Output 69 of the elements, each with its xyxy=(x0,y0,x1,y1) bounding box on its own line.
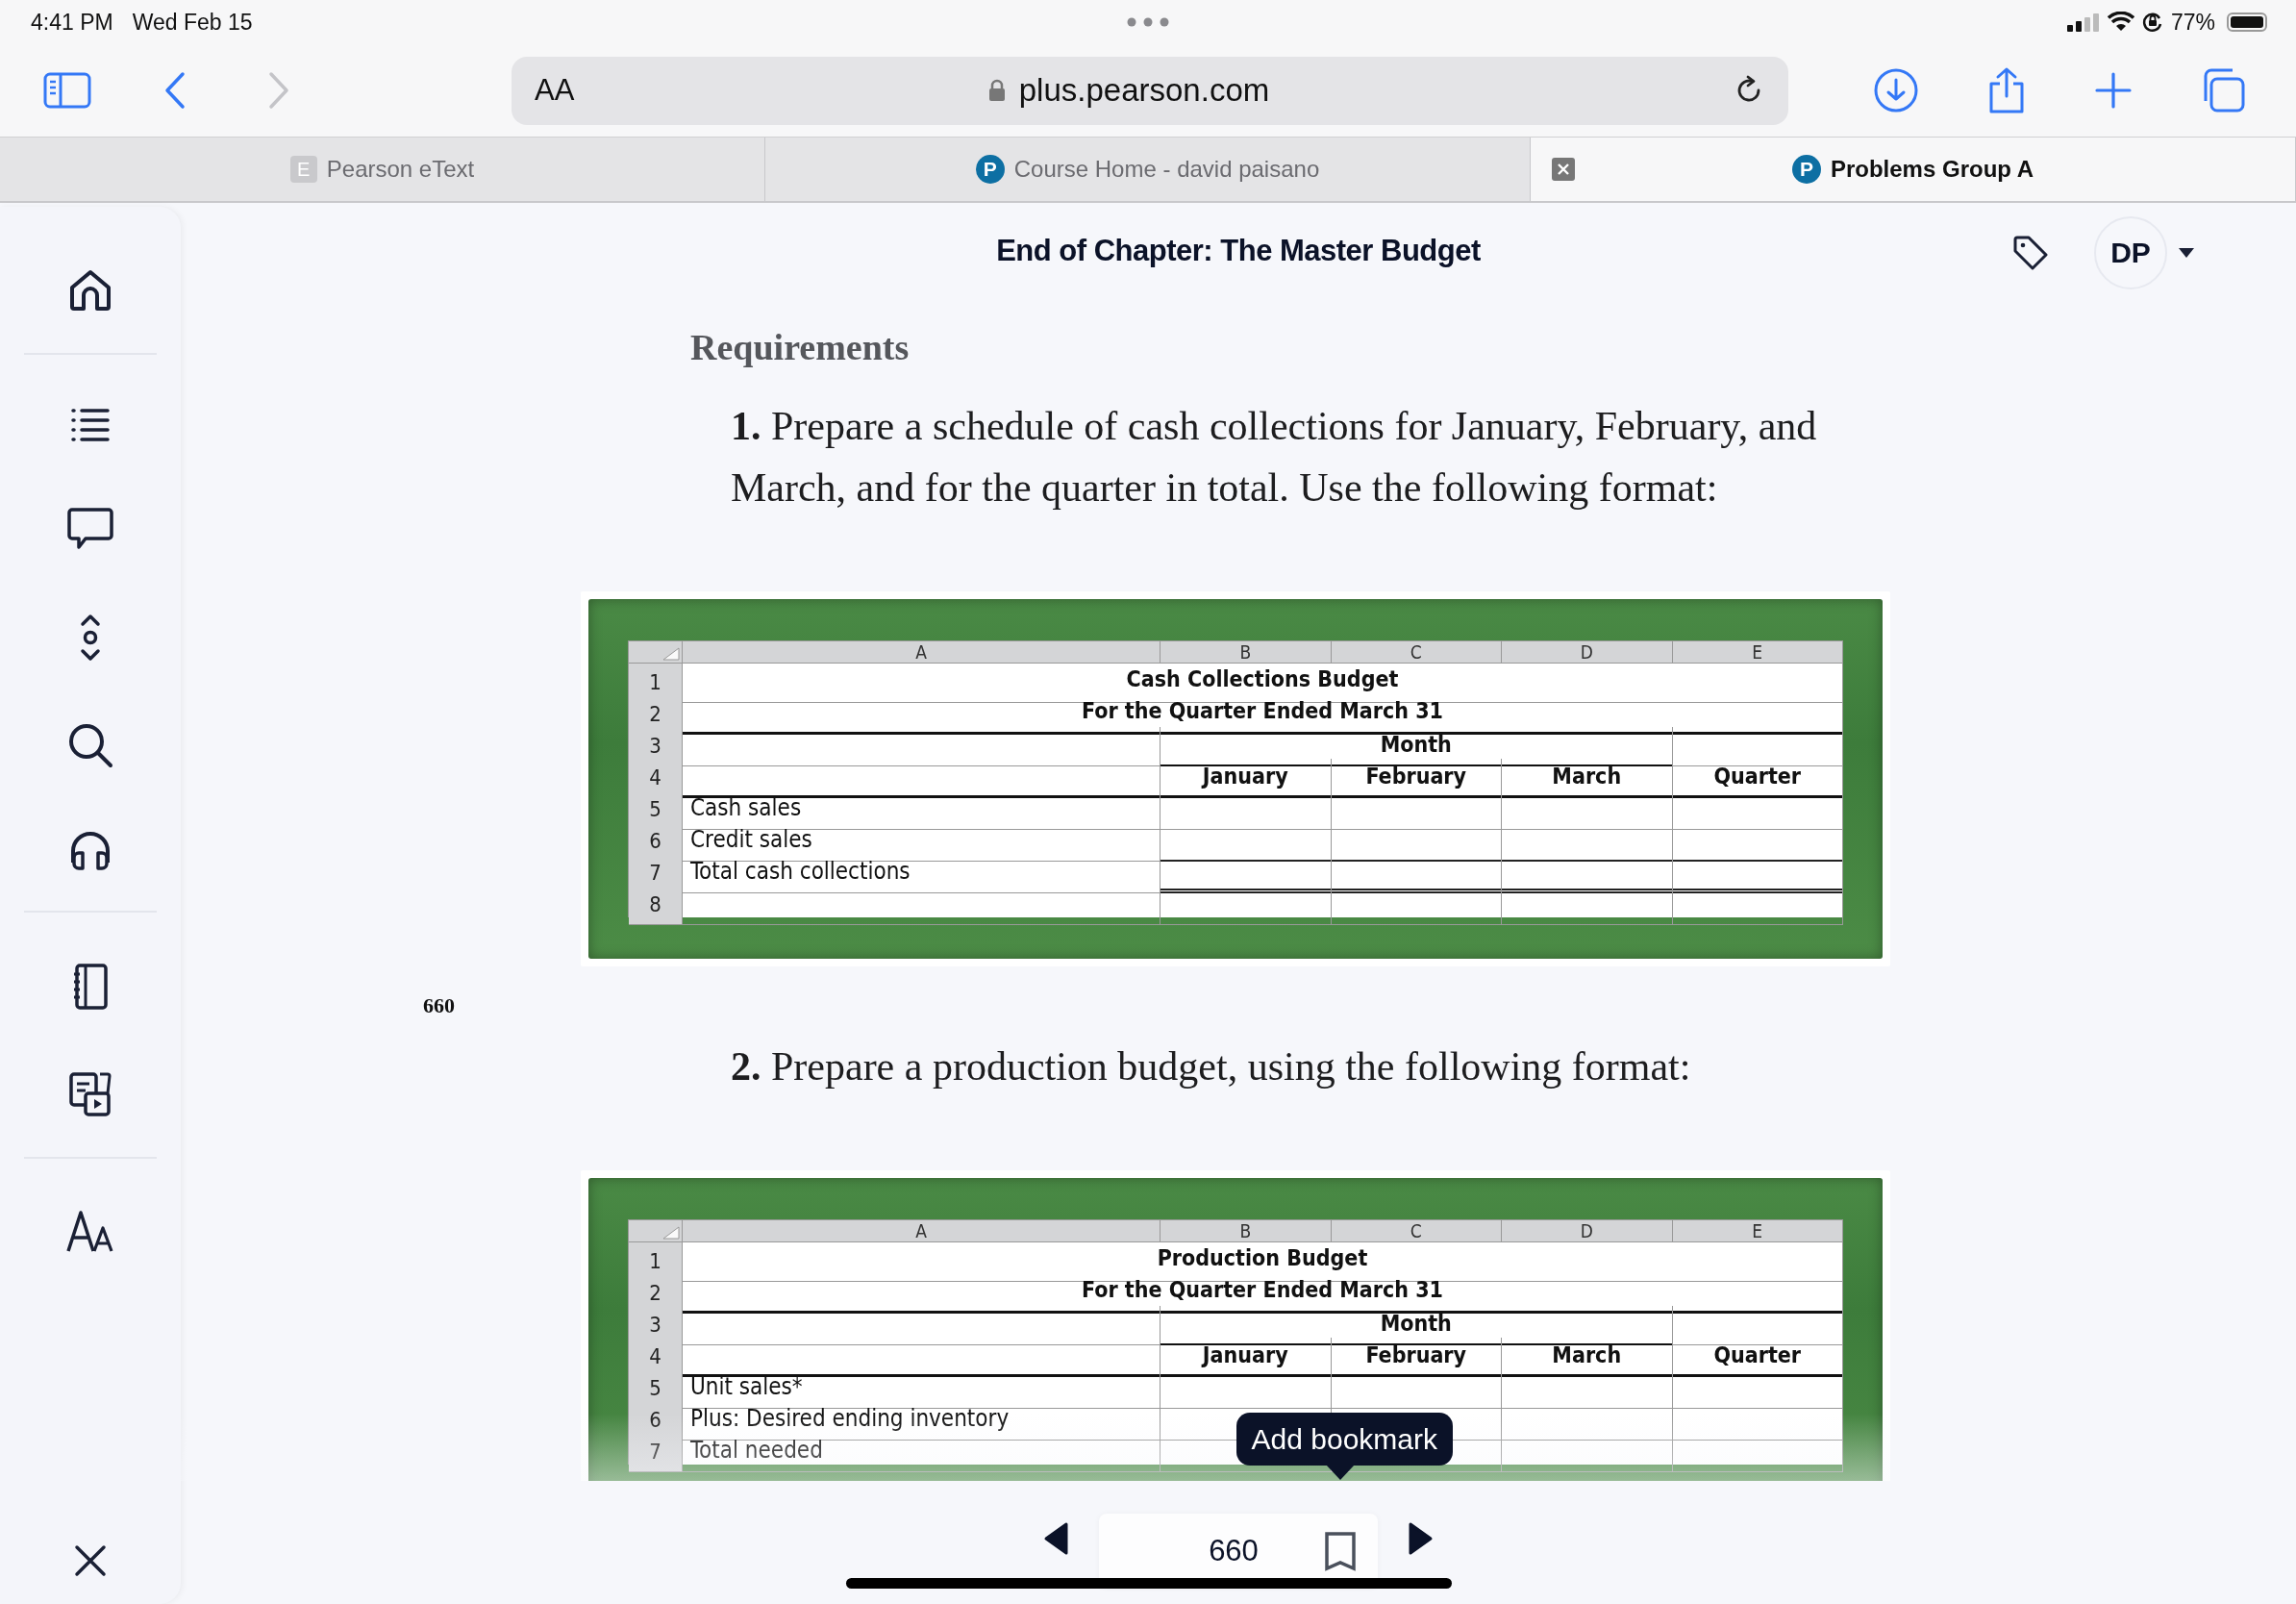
tooltip-pointer-icon xyxy=(1326,1465,1355,1480)
close-icon[interactable] xyxy=(74,1544,107,1577)
bookmark-icon[interactable] xyxy=(1324,1531,1357,1571)
wifi-icon xyxy=(2107,12,2134,33)
page-title: End of Chapter: The Master Budget xyxy=(996,234,1481,268)
media-icon[interactable] xyxy=(68,1070,112,1118)
column-header: C xyxy=(1331,1220,1502,1242)
page-number: 660 xyxy=(423,993,455,1018)
battery-percent: 77% xyxy=(2170,9,2215,36)
browser-tab[interactable]: P Course Home - david paisano xyxy=(765,138,1531,201)
caret-icon[interactable] xyxy=(2178,247,2195,259)
column-header: D xyxy=(1502,1220,1673,1242)
period-header: February xyxy=(1331,759,1502,798)
line-item-label: Unit sales* xyxy=(683,1369,1160,1409)
url-text: plus.pearson.com xyxy=(1018,72,1270,109)
sheet-subtitle: For the Quarter Ended March 31 xyxy=(683,695,1843,735)
rotation-lock-icon xyxy=(2141,12,2163,33)
period-header: Quarter xyxy=(1672,759,1843,798)
download-icon[interactable] xyxy=(1873,67,1919,113)
expand-collapse-icon[interactable] xyxy=(78,613,103,663)
period-header: March xyxy=(1502,1338,1673,1377)
column-header: D xyxy=(1502,641,1673,664)
signal-icon xyxy=(2066,13,2100,32)
line-item-label: Cash sales xyxy=(683,790,1160,830)
next-page-icon[interactable] xyxy=(1407,1521,1434,1556)
line-item-label: Credit sales xyxy=(683,822,1160,862)
corner-triangle-icon xyxy=(661,1226,680,1240)
line-item-label: Total cash collections xyxy=(683,854,1160,893)
close-tab-icon[interactable] xyxy=(1552,158,1575,181)
text-size-icon[interactable] xyxy=(65,1209,115,1255)
requirement-text: 2. Prepare a production budget, using the following format: xyxy=(731,1043,1692,1090)
column-header: C xyxy=(1331,641,1502,664)
line-item-label: Plus: Desired ending inventory xyxy=(683,1401,1160,1441)
column-group-header: Month xyxy=(1160,1306,1673,1345)
tab-favicon: P xyxy=(1791,155,1821,184)
status-time: 4:41 PM xyxy=(31,9,113,36)
user-avatar[interactable]: DP xyxy=(2094,216,2167,289)
notebook-icon[interactable] xyxy=(71,963,110,1011)
sheet-subtitle: For the Quarter Ended March 31 xyxy=(683,1274,1843,1314)
column-group-header: Month xyxy=(1160,727,1673,766)
tab-favicon: P xyxy=(975,155,1005,184)
lock-icon xyxy=(987,79,1006,102)
column-header: E xyxy=(1672,1220,1843,1242)
section-heading: Requirements xyxy=(690,326,911,368)
column-header: B xyxy=(1160,1220,1332,1242)
column-header: E xyxy=(1672,641,1843,664)
requirement-text: 1. Prepare a schedule of cash collections for January, February, and March, and for the quarter in total. Use the following format: xyxy=(731,403,1818,512)
period-header: February xyxy=(1331,1338,1502,1377)
column-header: B xyxy=(1160,641,1332,664)
period-header: March xyxy=(1502,759,1673,798)
sidebar-icon[interactable] xyxy=(43,72,91,109)
search-icon[interactable] xyxy=(67,722,113,768)
period-header: January xyxy=(1160,1338,1332,1377)
multitask-icon[interactable] xyxy=(1127,17,1169,27)
column-header: A xyxy=(683,641,1160,664)
line-item-label: Total needed xyxy=(683,1433,1160,1472)
address-bar[interactable]: AA plus.pearson.com xyxy=(512,56,1788,125)
period-header: Quarter xyxy=(1672,1338,1843,1377)
period-header: January xyxy=(1160,759,1332,798)
corner-triangle-icon xyxy=(661,647,680,661)
status-date: Wed Feb 15 xyxy=(132,9,253,36)
new-tab-icon[interactable] xyxy=(2094,71,2133,110)
back-icon[interactable] xyxy=(163,71,187,110)
previous-page-icon[interactable] xyxy=(1043,1521,1070,1556)
text-size-button[interactable]: AA xyxy=(535,73,592,108)
tag-icon[interactable] xyxy=(2012,235,2049,271)
page-number-field[interactable]: 660 xyxy=(1209,1534,1259,1568)
column-header: A xyxy=(683,1220,1160,1242)
battery-icon xyxy=(2227,13,2267,32)
